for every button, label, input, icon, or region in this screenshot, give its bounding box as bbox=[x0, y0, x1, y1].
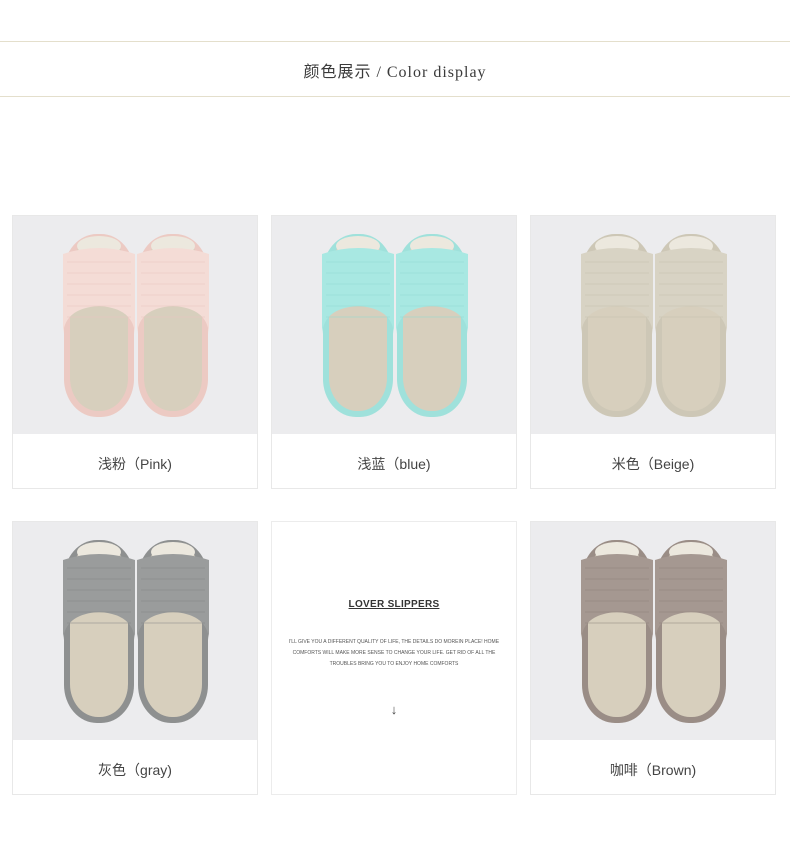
product-image-blue[interactable] bbox=[272, 216, 516, 434]
section-title: 颜色展示 / Color display bbox=[303, 64, 487, 81]
product-image-pink[interactable] bbox=[13, 216, 257, 434]
header-top-rule bbox=[0, 41, 790, 42]
promo-title: LOVER SLIPPERS bbox=[348, 599, 440, 610]
product-card-blue[interactable]: 浅蓝（blue) bbox=[271, 215, 517, 489]
down-arrow-icon: ↓ bbox=[390, 702, 398, 717]
product-label: 浅粉（Pink) bbox=[98, 456, 172, 472]
product-label: 米色（Beige) bbox=[611, 456, 695, 472]
slipper-pair-illustration bbox=[322, 234, 468, 417]
promo-description: I'LL GIVE YOU A DIFFERENT QUALITY OF LIF… bbox=[288, 639, 500, 667]
product-label: 咖啡（Brown) bbox=[609, 762, 697, 778]
product-label: 浅蓝（blue) bbox=[357, 456, 431, 472]
header-bottom-rule bbox=[0, 96, 790, 97]
product-image-brown[interactable] bbox=[531, 522, 775, 740]
promo-card: LOVER SLIPPERS I'LL GIVE YOU A DIFFERENT… bbox=[271, 521, 517, 795]
product-label: 灰色（gray) bbox=[98, 762, 172, 778]
product-card-pink[interactable]: 浅粉（Pink) bbox=[12, 215, 258, 489]
product-image-gray[interactable] bbox=[13, 522, 257, 740]
slipper-pair-illustration bbox=[63, 540, 209, 723]
slipper-pair-illustration bbox=[581, 540, 727, 723]
slipper-pair-illustration bbox=[581, 234, 727, 417]
product-image-beige[interactable] bbox=[531, 216, 775, 434]
slipper-pair-illustration bbox=[63, 234, 209, 417]
product-card-gray[interactable]: 灰色（gray) bbox=[12, 521, 258, 795]
product-card-beige[interactable]: 米色（Beige) bbox=[530, 215, 776, 489]
product-card-brown[interactable]: 咖啡（Brown) bbox=[530, 521, 776, 795]
